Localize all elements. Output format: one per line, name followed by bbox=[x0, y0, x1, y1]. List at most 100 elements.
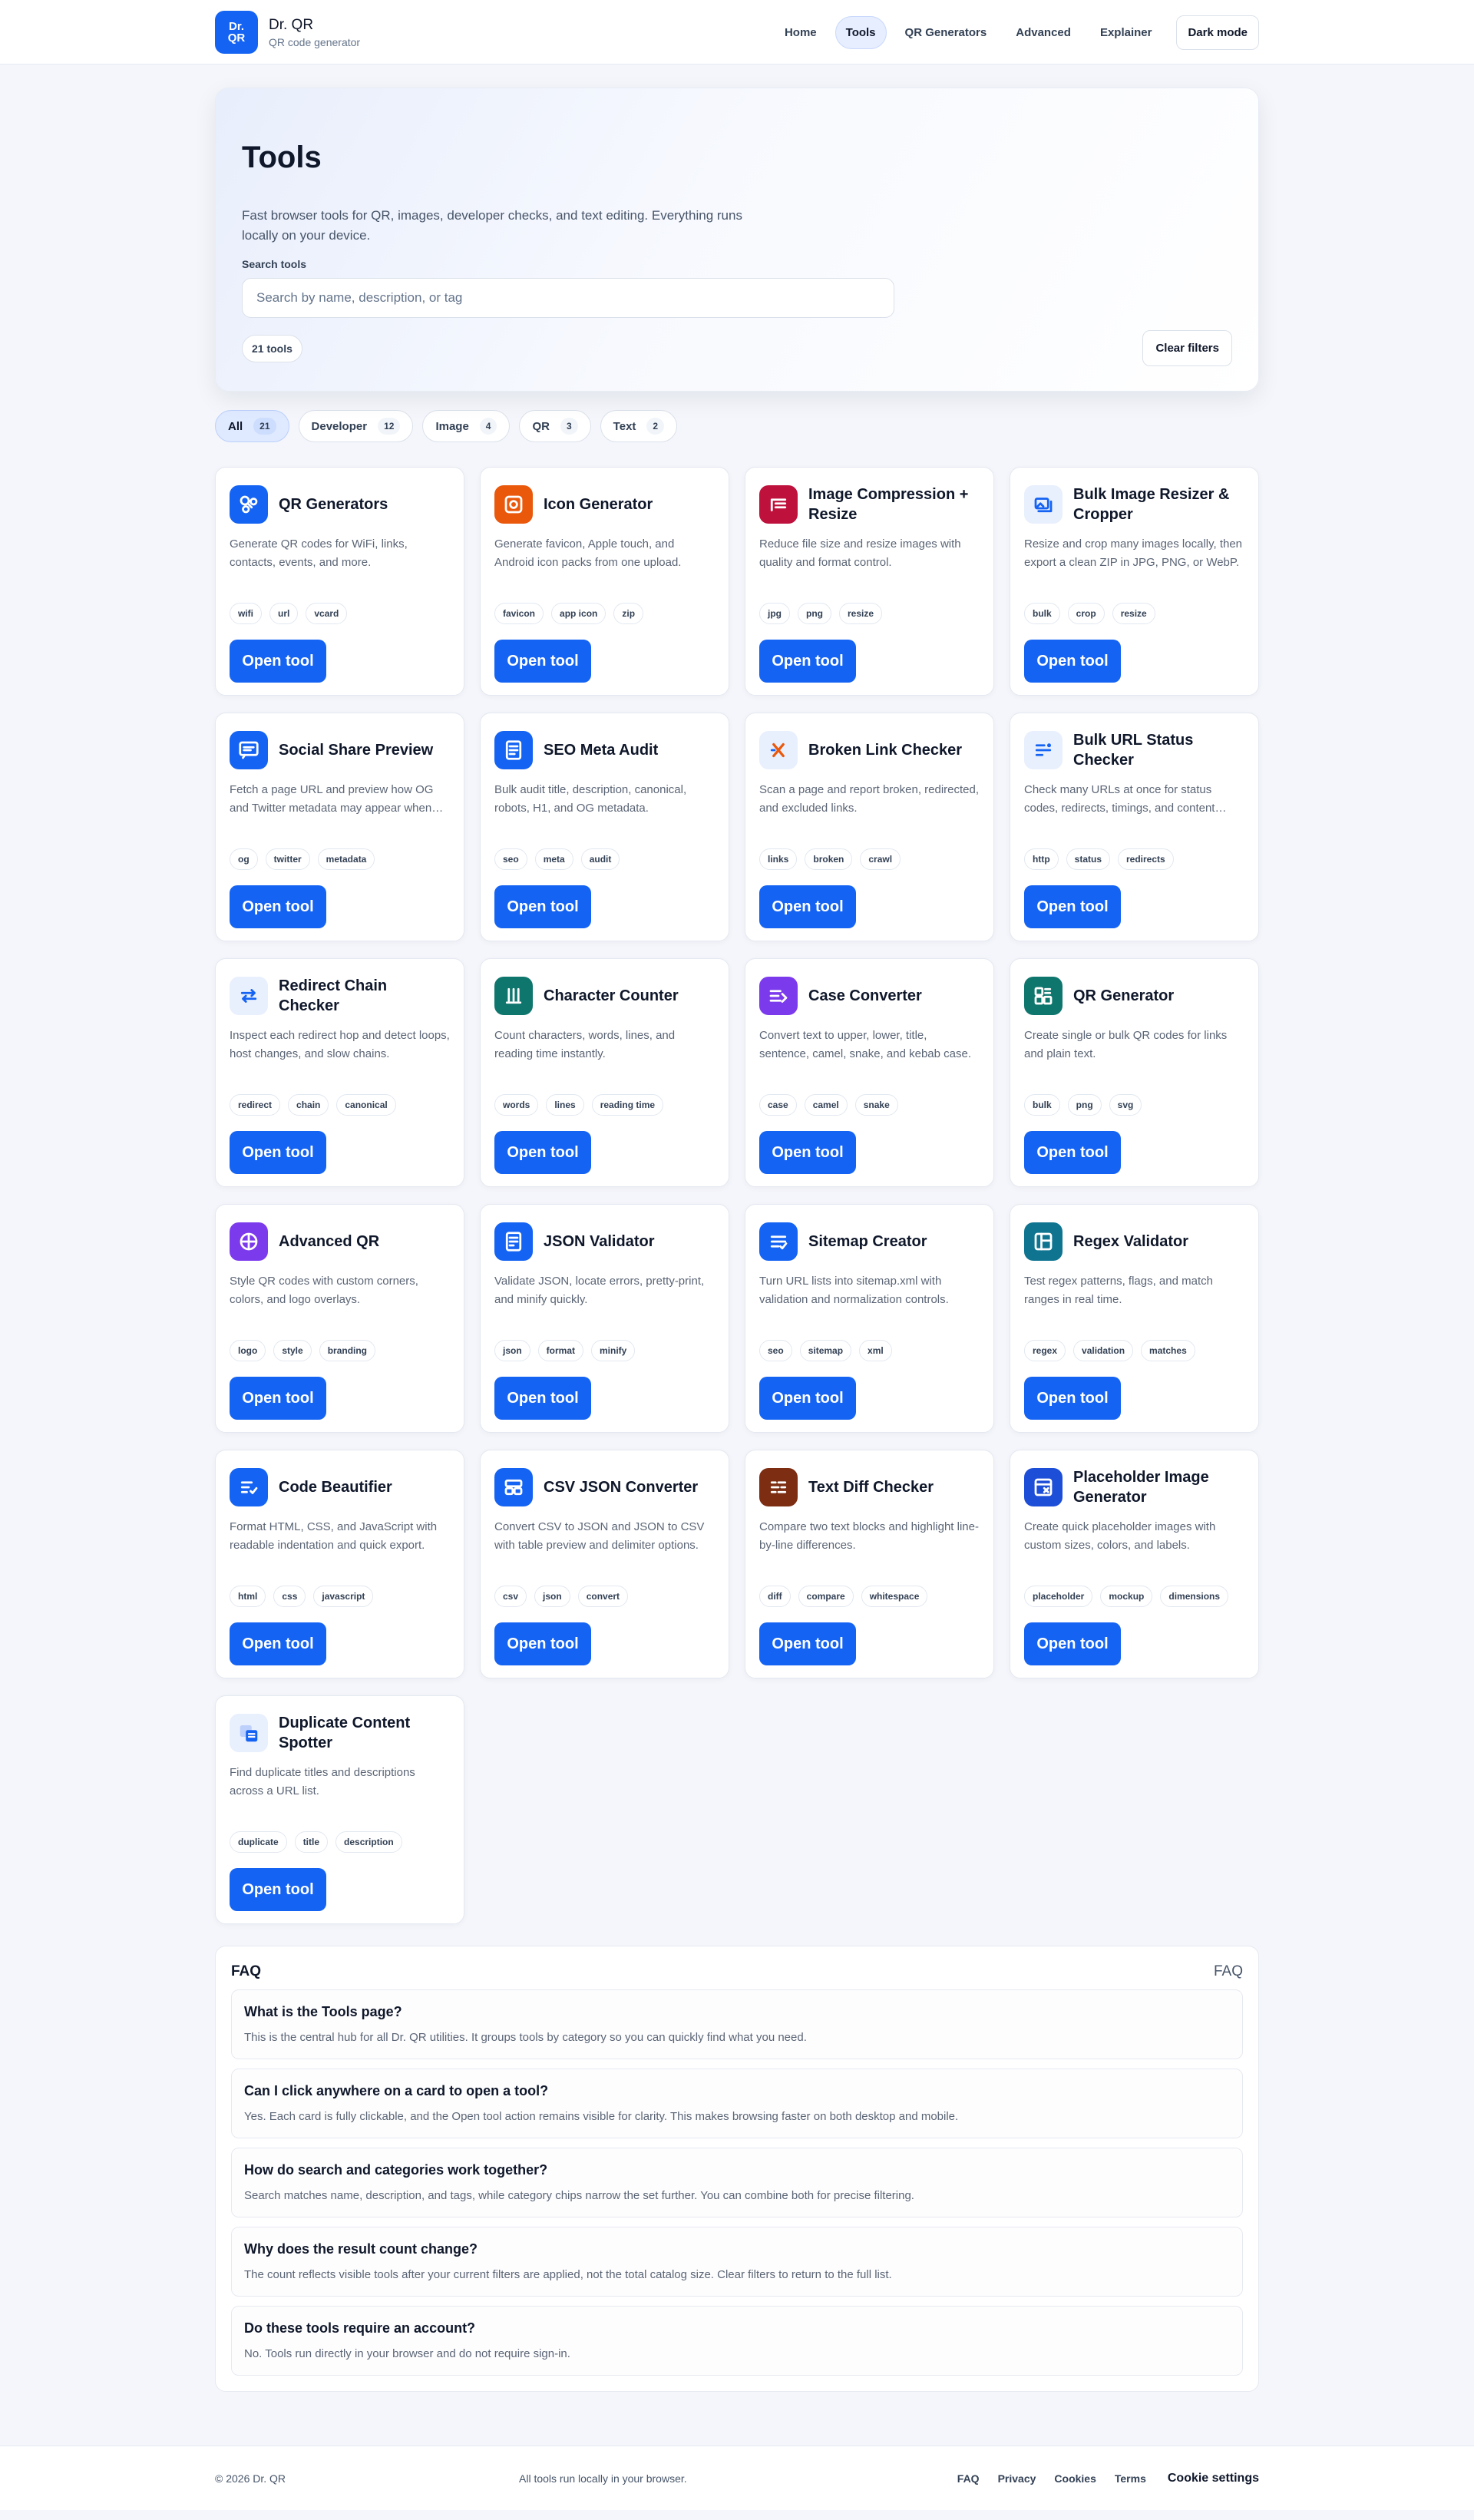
tool-card[interactable]: CSV JSON Converter Convert CSV to JSON an… bbox=[480, 1450, 729, 1678]
tool-card-title: Bulk URL Status Checker bbox=[1073, 732, 1194, 769]
placeholder-image-icon bbox=[1024, 1468, 1063, 1506]
open-tool-button[interactable]: Open tool bbox=[759, 1131, 856, 1174]
tool-tag: zip bbox=[613, 603, 644, 624]
open-tool-button[interactable]: Open tool bbox=[230, 1377, 326, 1420]
tool-card[interactable]: Text Diff Checker Compare two text blocks… bbox=[745, 1450, 994, 1678]
tool-tag: chain bbox=[288, 1094, 329, 1116]
search-input[interactable] bbox=[242, 278, 894, 318]
tool-card-description: Bulk audit title, description, canonical… bbox=[494, 783, 687, 815]
category-chip-text[interactable]: Text 2 bbox=[600, 410, 678, 442]
open-tool-button[interactable]: Open tool bbox=[230, 640, 326, 683]
tool-card[interactable]: Placeholder Image Generator Create quick … bbox=[1010, 1450, 1259, 1678]
tool-card-description: Count characters, words, lines, and read… bbox=[494, 1029, 676, 1060]
open-tool-button[interactable]: Open tool bbox=[230, 1131, 326, 1174]
tool-card-description: Create single or bulk QR codes for links… bbox=[1024, 1029, 1228, 1060]
nav-link-advanced[interactable]: Advanced bbox=[1005, 16, 1082, 49]
tool-tag: mockup bbox=[1100, 1586, 1153, 1607]
nav-link-qr-generators[interactable]: QR Generators bbox=[894, 16, 998, 49]
open-tool-button[interactable]: Open tool bbox=[494, 1377, 591, 1420]
nav-link-tools[interactable]: Tools bbox=[834, 15, 887, 49]
open-tool-button[interactable]: Open tool bbox=[759, 885, 856, 928]
open-tool-button[interactable]: Open tool bbox=[1024, 885, 1121, 928]
faq-question[interactable]: What is the Tools page? bbox=[244, 2004, 1230, 2020]
tool-card[interactable]: QR Generators Generate QR codes for WiFi,… bbox=[215, 467, 464, 696]
tool-tag: resize bbox=[1112, 603, 1155, 624]
tool-tag: convert bbox=[577, 1586, 629, 1607]
footer-link-cookies[interactable]: Cookies bbox=[1054, 2472, 1096, 2485]
compress-icon bbox=[759, 485, 798, 524]
open-tool-button[interactable]: Open tool bbox=[1024, 1622, 1121, 1665]
category-chip-all[interactable]: All 21 bbox=[215, 410, 289, 442]
open-tool-button[interactable]: Open tool bbox=[759, 640, 856, 683]
faq-title: FAQ bbox=[231, 1963, 262, 1979]
tool-tag: favicon bbox=[494, 603, 544, 624]
faq-item[interactable]: How do search and categories work togeth… bbox=[231, 2148, 1243, 2217]
open-tool-button[interactable]: Open tool bbox=[494, 1622, 591, 1665]
tool-card[interactable]: Case Converter Convert text to upper, low… bbox=[745, 958, 994, 1187]
tool-card[interactable]: QR Generator Create single or bulk QR cod… bbox=[1010, 958, 1259, 1187]
open-tool-button[interactable]: Open tool bbox=[230, 885, 326, 928]
open-tool-button[interactable]: Open tool bbox=[1024, 640, 1121, 683]
open-tool-button[interactable]: Open tool bbox=[759, 1377, 856, 1420]
category-chip-qr[interactable]: QR 3 bbox=[519, 410, 591, 442]
footer-link-faq[interactable]: FAQ bbox=[957, 2472, 980, 2485]
open-tool-button[interactable]: Open tool bbox=[1024, 1377, 1121, 1420]
faq-question[interactable]: Do these tools require an account? bbox=[244, 2320, 1230, 2336]
footer-link-terms[interactable]: Terms bbox=[1115, 2472, 1146, 2485]
tool-card[interactable]: Image Compression + Resize Reduce file si… bbox=[745, 467, 994, 696]
category-chip-image[interactable]: Image 4 bbox=[422, 410, 511, 442]
tool-card[interactable]: Bulk URL Status Checker Check many URLs a… bbox=[1010, 713, 1259, 941]
tool-card-title: Regex Validator bbox=[1073, 1233, 1189, 1250]
faq-question[interactable]: Can I click anywhere on a card to open a… bbox=[244, 2083, 1230, 2099]
tool-card[interactable]: Code Beautifier Format HTML, CSS, and Jav… bbox=[215, 1450, 464, 1678]
category-chip-label: QR bbox=[532, 419, 550, 433]
faq-item[interactable]: What is the Tools page? This is the centr… bbox=[231, 1989, 1243, 2059]
faq-item[interactable]: Can I click anywhere on a card to open a… bbox=[231, 2069, 1243, 2138]
faq-question[interactable]: Why does the result count change? bbox=[244, 2241, 1230, 2257]
tool-tag: bulk bbox=[1024, 603, 1060, 624]
redirect-arrows-icon bbox=[230, 977, 268, 1015]
brand-name[interactable]: Dr. QR bbox=[269, 17, 360, 34]
open-tool-button[interactable]: Open tool bbox=[494, 1131, 591, 1174]
tool-card[interactable]: Icon Generator Generate favicon, Apple to… bbox=[480, 467, 729, 696]
nav-link-explainer[interactable]: Explainer bbox=[1089, 16, 1163, 49]
open-tool-button[interactable]: Open tool bbox=[230, 1868, 326, 1911]
tool-card[interactable]: Redirect Chain Checker Inspect each redir… bbox=[215, 958, 464, 1187]
open-tool-button[interactable]: Open tool bbox=[494, 640, 591, 683]
tool-card-tags: html css javascript bbox=[230, 1586, 374, 1607]
tool-card-tags: wifi url vcard bbox=[230, 603, 348, 624]
open-tool-button[interactable]: Open tool bbox=[494, 885, 591, 928]
tool-card-description: Convert text to upper, lower, title, sen… bbox=[759, 1029, 972, 1060]
dark-mode-toggle[interactable]: Dark mode bbox=[1176, 15, 1259, 50]
main-content: Tools Fast browser tools for QR, images,… bbox=[215, 88, 1259, 2392]
open-tool-button[interactable]: Open tool bbox=[759, 1622, 856, 1665]
tool-card[interactable]: Duplicate Content Spotter Find duplicate … bbox=[215, 1695, 464, 1924]
brand-logo[interactable]: Dr. QR bbox=[215, 11, 258, 54]
tool-tag: minify bbox=[591, 1340, 636, 1361]
cookie-settings-button[interactable]: Cookie settings bbox=[1168, 2472, 1259, 2485]
tool-card[interactable]: Character Counter Count characters, words… bbox=[480, 958, 729, 1187]
category-chip-count: 12 bbox=[378, 418, 401, 435]
csv-table-icon bbox=[494, 1468, 533, 1506]
footer-copyright: © 2026 Dr. QR bbox=[215, 2472, 286, 2485]
faq-item[interactable]: Do these tools require an account? No. To… bbox=[231, 2306, 1243, 2376]
tool-card[interactable]: Sitemap Creator Turn URL lists into sitem… bbox=[745, 1204, 994, 1433]
tool-card[interactable]: Advanced QR Style QR codes with custom co… bbox=[215, 1204, 464, 1433]
nav-link-home[interactable]: Home bbox=[774, 16, 828, 49]
tool-tag: csv bbox=[494, 1586, 527, 1607]
tool-card[interactable]: Bulk Image Resizer & Cropper Resize and c… bbox=[1010, 467, 1259, 696]
faq-question[interactable]: How do search and categories work togeth… bbox=[244, 2162, 1230, 2178]
tool-card[interactable]: Social Share Preview Fetch a page URL and… bbox=[215, 713, 464, 941]
tool-card[interactable]: JSON Validator Validate JSON, locate erro… bbox=[480, 1204, 729, 1433]
tool-card[interactable]: Broken Link Checker Scan a page and repor… bbox=[745, 713, 994, 941]
footer-link-privacy[interactable]: Privacy bbox=[998, 2472, 1036, 2485]
tool-card[interactable]: Regex Validator Test regex patterns, flag… bbox=[1010, 1204, 1259, 1433]
tool-card[interactable]: SEO Meta Audit Bulk audit title, descript… bbox=[480, 713, 729, 941]
faq-item[interactable]: Why does the result count change? The cou… bbox=[231, 2227, 1243, 2297]
tool-tag: metadata bbox=[317, 848, 375, 870]
open-tool-button[interactable]: Open tool bbox=[230, 1622, 326, 1665]
open-tool-button[interactable]: Open tool bbox=[1024, 1131, 1121, 1174]
brand[interactable]: Dr. QR Dr. QR QR code generator bbox=[215, 11, 360, 54]
clear-filters-button[interactable]: Clear filters bbox=[1142, 330, 1232, 366]
category-chip-developer[interactable]: Developer 12 bbox=[298, 410, 414, 442]
